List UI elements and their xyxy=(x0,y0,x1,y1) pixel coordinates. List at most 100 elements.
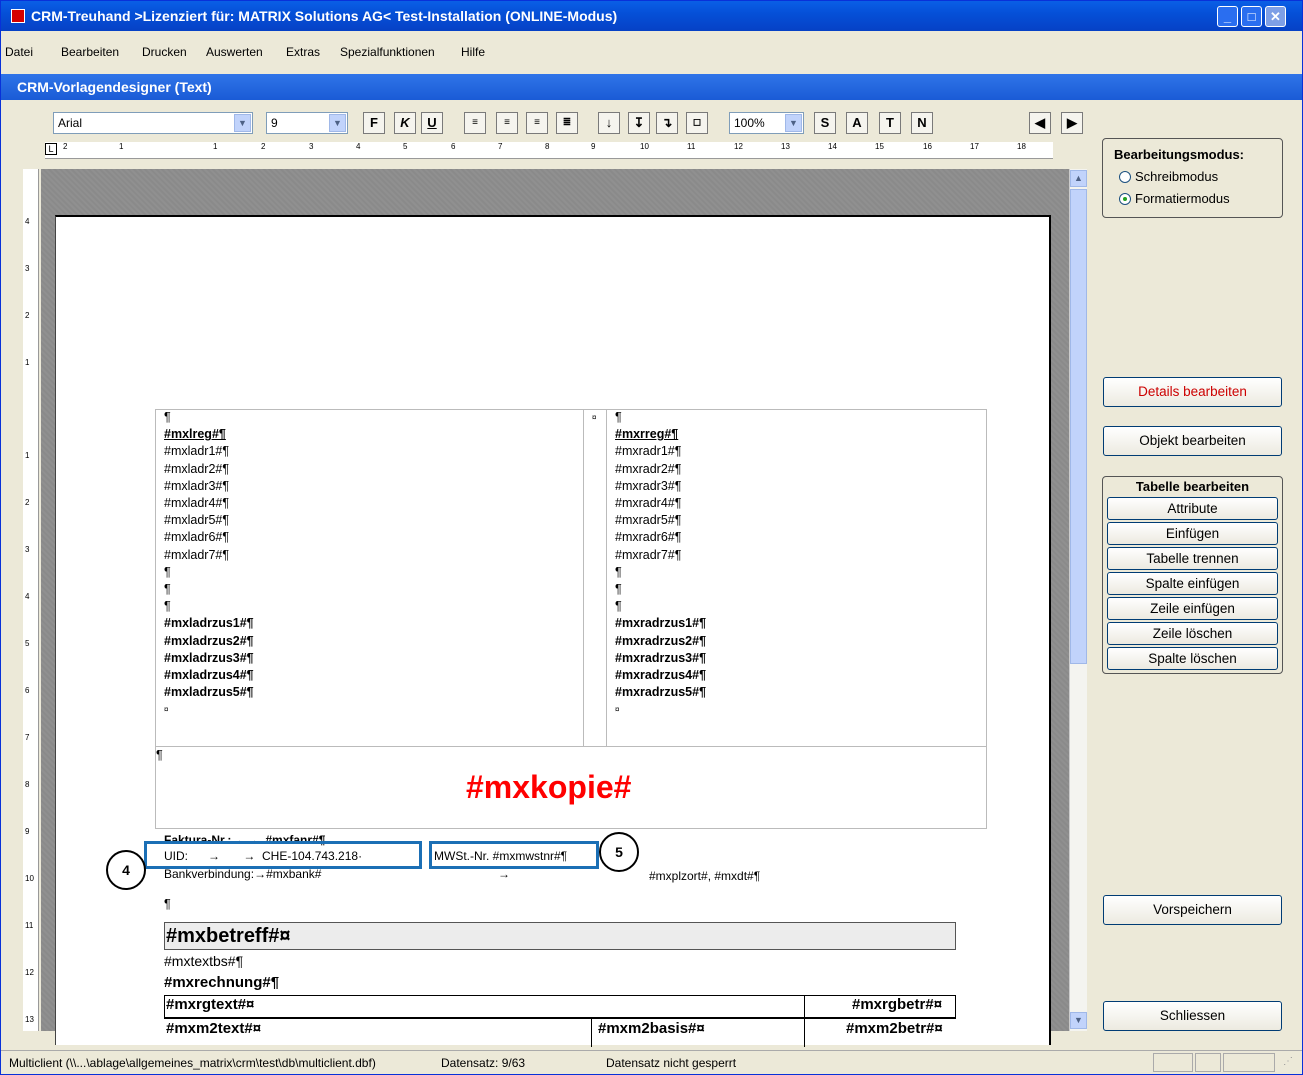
a-button[interactable]: A xyxy=(846,112,868,134)
radio-off-icon[interactable] xyxy=(1119,171,1131,183)
line: #mxradr7#¶ xyxy=(615,547,682,562)
spalte-loeschen-button[interactable]: Spalte löschen xyxy=(1107,647,1278,670)
ruler-label: 18 xyxy=(1017,142,1026,151)
m2text-field[interactable]: #mxm2text#¤ xyxy=(166,1020,261,1037)
close-icon[interactable]: ✕ xyxy=(1265,6,1286,27)
line: ¶ xyxy=(615,410,622,424)
textbs-field[interactable]: #mxtextbs#¶ xyxy=(164,953,243,970)
ruler-label: 12 xyxy=(734,142,743,151)
chevron-down-icon[interactable]: ▼ xyxy=(785,114,802,132)
menu-bearbeiten[interactable]: Bearbeiten xyxy=(61,45,119,59)
italic-button[interactable]: K xyxy=(394,112,416,134)
rgtext-field[interactable]: #mxrgtext#¤ xyxy=(166,996,254,1013)
line: #mxradrzus2#¶ xyxy=(615,633,707,648)
callout-box-uid xyxy=(144,841,422,869)
scroll-thumb[interactable] xyxy=(1070,189,1087,664)
tab-down-icon[interactable]: ↧ xyxy=(628,112,650,134)
radio-formatiermodus[interactable]: Formatiermodus xyxy=(1119,191,1230,206)
m2basis-field[interactable]: #mxm2basis#¤ xyxy=(598,1020,705,1037)
line: ¶ xyxy=(615,582,622,597)
ruler-label: 5 xyxy=(403,142,408,151)
font-select[interactable]: Arial ▼ xyxy=(53,112,253,134)
chevron-down-icon[interactable]: ▼ xyxy=(234,114,251,132)
next-icon[interactable]: ▶ xyxy=(1061,112,1083,134)
line: #mxladrzus5#¶ xyxy=(164,685,254,700)
menu-hilfe[interactable]: Hilfe xyxy=(461,45,485,59)
arrow-down-icon[interactable]: ↓ xyxy=(598,112,620,134)
s-button[interactable]: S xyxy=(814,112,836,134)
menu-auswerten[interactable]: Auswerten xyxy=(206,45,263,59)
tabelle-trennen-button[interactable]: Tabelle trennen xyxy=(1107,547,1278,570)
ruler-label: 8 xyxy=(545,142,550,151)
line: ¶ xyxy=(615,564,622,579)
title-bar[interactable]: CRM-Treuhand >Lizenziert für: MATRIX Sol… xyxy=(1,1,1302,31)
menu-datei[interactable]: Datei xyxy=(5,45,33,59)
spalte-einfuegen-button[interactable]: Spalte einfügen xyxy=(1107,572,1278,595)
n-button[interactable]: N xyxy=(911,112,933,134)
align-center-icon[interactable]: ≡ xyxy=(526,112,548,134)
scroll-down-icon[interactable]: ▼ xyxy=(1070,1012,1087,1029)
align-left-icon[interactable]: ≡ xyxy=(464,112,486,134)
line: #mxladr2#¶ xyxy=(164,461,230,476)
schliessen-button[interactable]: Schliessen xyxy=(1103,1001,1282,1031)
vruler-label: 7 xyxy=(25,733,30,742)
vorspeichern-button[interactable]: Vorspeichern xyxy=(1103,895,1282,925)
zeile-loeschen-button[interactable]: Zeile löschen xyxy=(1107,622,1278,645)
minimize-icon[interactable]: _ xyxy=(1217,6,1238,27)
bold-button[interactable]: F xyxy=(363,112,385,134)
zoom-select[interactable]: 100% ▼ xyxy=(729,112,804,134)
rgbetr-field[interactable]: #mxrgbetr#¤ xyxy=(852,996,942,1013)
tab-type-icon[interactable]: L xyxy=(45,143,57,155)
t-button[interactable]: T xyxy=(879,112,901,134)
radio-on-icon[interactable] xyxy=(1119,193,1131,205)
details-bearbeiten-button[interactable]: Details bearbeiten xyxy=(1103,377,1282,407)
vruler-label: 5 xyxy=(25,639,30,648)
einfuegen-button[interactable]: Einfügen xyxy=(1107,522,1278,545)
objekt-bearbeiten-button[interactable]: Objekt bearbeiten xyxy=(1103,426,1282,456)
scroll-up-icon[interactable]: ▲ xyxy=(1070,170,1087,187)
line: ¤ xyxy=(164,705,169,715)
radio-schreibmodus[interactable]: Schreibmodus xyxy=(1119,169,1218,184)
menu-spezialfunktionen[interactable]: Spezialfunktionen xyxy=(340,45,435,59)
kopie-field[interactable]: #mxkopie# xyxy=(466,767,631,807)
status-panel xyxy=(1195,1053,1221,1072)
betreff-field[interactable]: #mxbetreff#¤ xyxy=(166,924,291,948)
document-editor[interactable]: ¶ #mxlreg#¶ #mxladr1#¶ #mxladr2#¶ #mxladr3#¶… xyxy=(41,169,1069,1047)
line: ¶ xyxy=(164,564,171,579)
status-panel xyxy=(1223,1053,1275,1072)
document-page[interactable]: ¶ #mxlreg#¶ #mxladr1#¶ #mxladr2#¶ #mxladr3#¶… xyxy=(55,215,1051,1047)
frame-icon[interactable]: ◻ xyxy=(686,112,708,134)
line: #mxradrzus1#¶ xyxy=(615,616,707,631)
m2betr-field[interactable]: #mxm2betr#¤ xyxy=(846,1020,943,1037)
attribute-button[interactable]: Attribute xyxy=(1107,497,1278,520)
vertical-ruler: 4 3 2 1 1 2 3 4 5 6 7 8 9 10 11 12 13 xyxy=(23,169,39,1031)
rechnung-field[interactable]: #mxrechnung#¶ xyxy=(164,974,279,991)
chevron-down-icon[interactable]: ▼ xyxy=(329,114,346,132)
resize-grip-icon[interactable]: ⋰ xyxy=(1283,1056,1293,1067)
line: #mxladr1#¶ xyxy=(164,444,230,459)
ruler-label: 15 xyxy=(875,142,884,151)
line: #mxladrzus2#¶ xyxy=(164,633,254,648)
size-select[interactable]: 9 ▼ xyxy=(266,112,348,134)
maximize-icon[interactable]: □ xyxy=(1241,6,1262,27)
ort-datum-line[interactable]: #mxplzort#, #mxdt#¶ xyxy=(649,868,760,885)
rg-table-row[interactable] xyxy=(164,995,956,1019)
align-right-icon[interactable]: ≡ xyxy=(496,112,518,134)
status-bar: Multiclient (\\...\ablage\allgemeines_ma… xyxy=(1,1050,1302,1074)
underline-button[interactable]: U xyxy=(421,112,443,134)
zeile-einfuegen-button[interactable]: Zeile einfügen xyxy=(1107,597,1278,620)
status-record: Datensatz: 9/63 xyxy=(441,1056,526,1070)
menu-drucken[interactable]: Drucken xyxy=(142,45,187,59)
ruler-label: 1 xyxy=(119,142,124,151)
radio-label: Schreibmodus xyxy=(1135,169,1219,184)
menu-extras[interactable]: Extras xyxy=(286,45,320,59)
horizontal-ruler[interactable]: 2 1 1 2 3 4 5 6 7 8 9 10 11 12 13 14 15 … xyxy=(45,142,1053,159)
vertical-scrollbar[interactable]: ▲ ▼ xyxy=(1069,169,1087,1031)
prev-icon[interactable]: ◀ xyxy=(1029,112,1051,134)
tab-return-icon[interactable]: ↴ xyxy=(656,112,678,134)
align-justify-icon[interactable]: ≣ xyxy=(556,112,578,134)
right-address-cell[interactable]: ¶ #mxrreg#¶ #mxradr1#¶ #mxradr2#¶ #mxradr3#¶… xyxy=(615,409,706,719)
table-address-row xyxy=(155,409,987,747)
vruler-label: 10 xyxy=(25,874,34,883)
left-address-cell[interactable]: ¶ #mxlreg#¶ #mxladr1#¶ #mxladr2#¶ #mxladr3#¶… xyxy=(164,409,254,719)
